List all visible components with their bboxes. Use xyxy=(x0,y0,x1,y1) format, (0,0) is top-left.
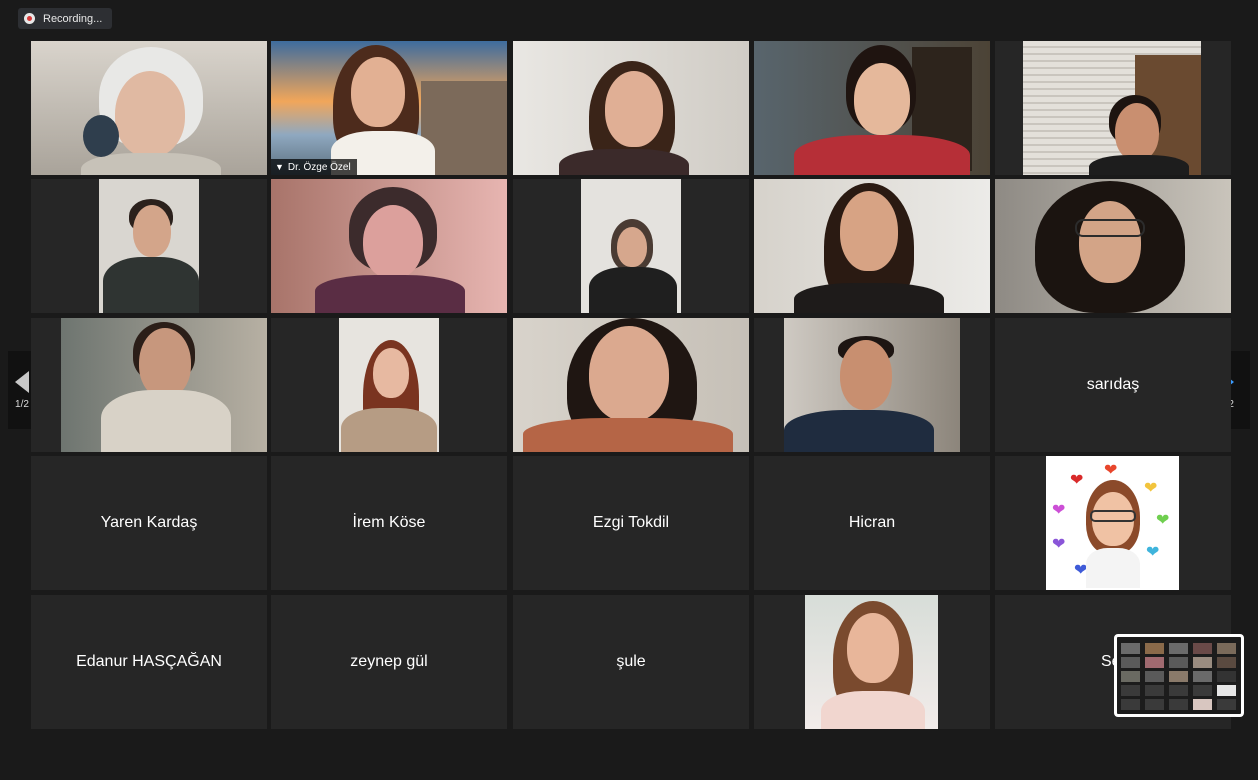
participant-name-tile[interactable]: İrem Köse xyxy=(271,456,507,590)
participant-video-tile[interactable] xyxy=(31,41,267,175)
participant-video-tile[interactable] xyxy=(754,595,990,729)
participant-video-tile[interactable] xyxy=(271,179,507,313)
video-feed xyxy=(581,179,681,313)
participant-video-tile[interactable] xyxy=(995,41,1231,175)
participant-name-tile[interactable]: Hicran xyxy=(754,456,990,590)
participant-name-tile[interactable]: Ezgi Tokdil xyxy=(513,456,749,590)
recording-indicator[interactable]: Recording... xyxy=(18,8,113,29)
video-feed xyxy=(784,318,960,452)
participant-name: zeynep gül xyxy=(350,653,428,670)
speaker-name-tag: ▼ Dr. Özge Özel xyxy=(271,159,357,175)
video-feed xyxy=(31,41,267,175)
participant-name: Hicran xyxy=(848,514,896,531)
record-icon xyxy=(24,13,35,24)
video-feed xyxy=(61,318,267,452)
video-feed xyxy=(513,318,749,452)
participant-name: şule xyxy=(616,653,646,670)
participant-video-tile[interactable] xyxy=(271,318,507,452)
participant-video-tile[interactable] xyxy=(513,179,749,313)
participant-name-tile[interactable]: şule xyxy=(513,595,749,729)
participant-name-tile[interactable]: sarıdaş xyxy=(995,318,1231,452)
participant-video-tile[interactable] xyxy=(31,318,267,452)
video-feed xyxy=(805,595,938,729)
video-feed xyxy=(271,41,507,175)
participant-name: Ezgi Tokdil xyxy=(592,514,670,531)
video-feed xyxy=(99,179,199,313)
participant-name-tile[interactable]: Yaren Kardaş xyxy=(31,456,267,590)
video-feed xyxy=(754,179,990,313)
participant-video-tile[interactable] xyxy=(513,41,749,175)
participant-video-tile[interactable] xyxy=(31,179,267,313)
avatar-image: ❤ ❤ ❤ ❤ ❤ ❤ ❤ ❤ ❤ xyxy=(1046,456,1179,590)
participant-name: Yaren Kardaş xyxy=(100,514,198,531)
participant-video-tile[interactable] xyxy=(754,179,990,313)
gallery-grid: ▼ Dr. Özge Özel sarıdaş Yaren Kardaş İre… xyxy=(31,41,1231,729)
participant-video-tile[interactable] xyxy=(995,179,1231,313)
participant-name-tile[interactable]: Edanur HASÇAĞAN xyxy=(31,595,267,729)
participant-name: Edanur HASÇAĞAN xyxy=(76,653,222,670)
page-indicator-left: 1/2 xyxy=(15,398,29,410)
participant-avatar-tile[interactable]: ❤ ❤ ❤ ❤ ❤ ❤ ❤ ❤ ❤ xyxy=(995,456,1231,590)
participant-video-tile[interactable] xyxy=(754,41,990,175)
chevron-left-icon xyxy=(15,370,29,393)
speaker-name: Dr. Özge Özel xyxy=(287,161,351,173)
participant-video-tile[interactable] xyxy=(513,318,749,452)
active-speaker-tile[interactable]: ▼ Dr. Özge Özel xyxy=(271,41,507,175)
recording-label: Recording... xyxy=(43,12,103,25)
self-view-thumbnail[interactable] xyxy=(1114,634,1244,717)
video-feed xyxy=(754,41,990,175)
participant-name-tile[interactable]: zeynep gül xyxy=(271,595,507,729)
participant-video-tile[interactable] xyxy=(754,318,990,452)
video-feed xyxy=(1023,41,1201,175)
pin-icon: ▼ xyxy=(275,162,284,172)
video-feed xyxy=(339,318,439,452)
participant-name: İrem Köse xyxy=(352,514,426,531)
video-feed xyxy=(513,41,749,175)
video-feed xyxy=(271,179,507,313)
video-feed xyxy=(995,179,1231,313)
participant-name: sarıdaş xyxy=(1086,376,1140,393)
